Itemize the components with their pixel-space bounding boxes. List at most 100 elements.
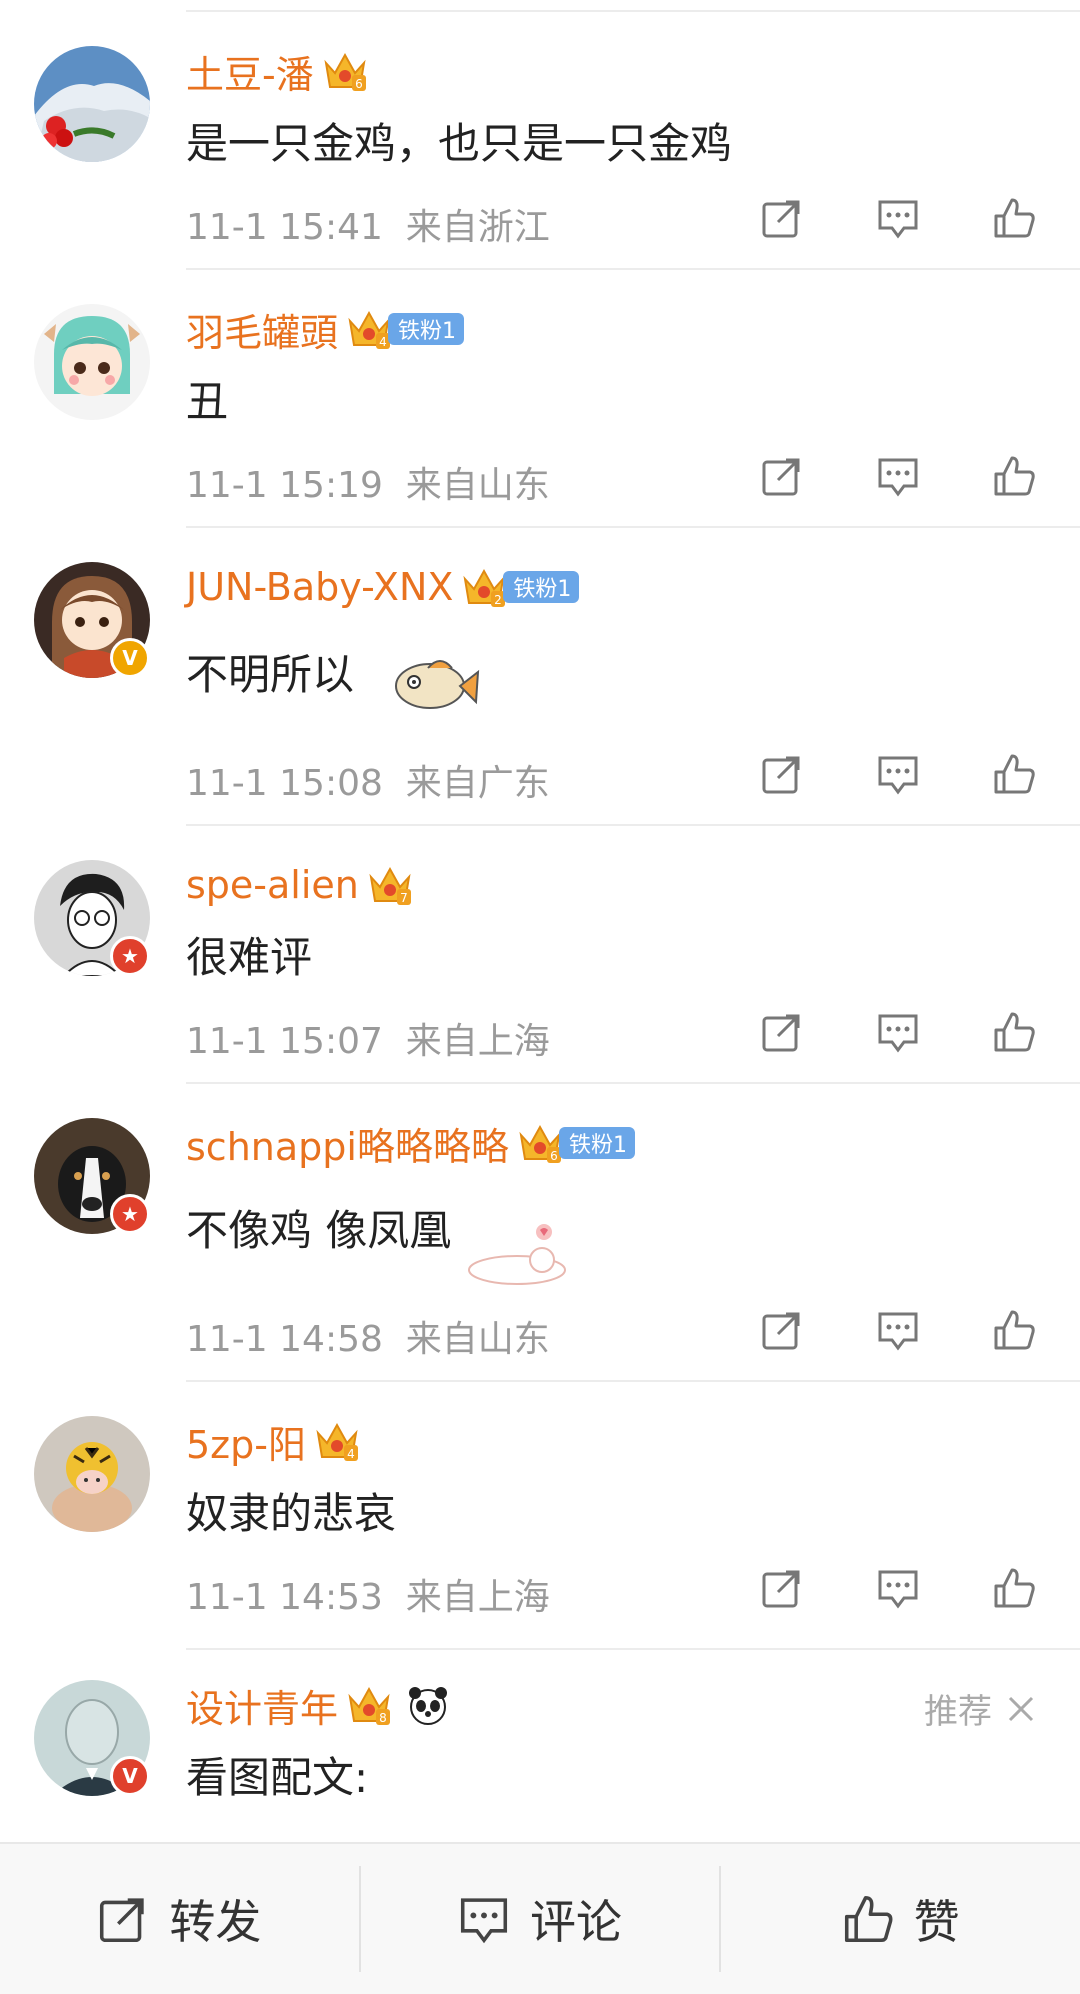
- svg-text:8: 8: [379, 1711, 387, 1725]
- verified-badge: V: [110, 638, 150, 678]
- like-label: 赞: [913, 1895, 960, 1949]
- comment-text: 看图配文:: [186, 1753, 369, 1802]
- svg-text:4: 4: [379, 335, 387, 349]
- comment-meta: 11-1 15:41 来自浙江: [186, 198, 550, 250]
- svg-text:7: 7: [400, 891, 408, 905]
- like-icon[interactable]: [992, 752, 1036, 796]
- crown-level-icon: 2: [463, 568, 506, 607]
- comment-icon[interactable]: [876, 454, 920, 498]
- crown-level-icon: 7: [369, 866, 411, 905]
- recommend-dismiss[interactable]: 推荐: [924, 1684, 1036, 1733]
- comment-text: 是一只金鸡，也只是一只金鸡: [186, 119, 733, 168]
- comment-item: V 设计青年 8 推荐 看图配文:: [0, 1640, 1080, 1840]
- girl-cartoon-avatar-icon: [34, 304, 150, 420]
- crown-level-icon: 8: [348, 1686, 391, 1725]
- like-icon[interactable]: [992, 454, 1036, 498]
- repost-icon[interactable]: [760, 1566, 804, 1610]
- mountain-snow-avatar-icon: [34, 46, 150, 162]
- verified-badge: ★: [110, 1194, 150, 1234]
- repost-icon[interactable]: [760, 196, 804, 240]
- comment-time: 11-1 15:08: [186, 763, 383, 804]
- user-name[interactable]: 5zp-阳: [186, 1414, 306, 1469]
- comment-meta: 11-1 15:07 来自上海: [186, 1012, 550, 1064]
- like-icon[interactable]: [992, 1010, 1036, 1054]
- comment-location: 来自上海: [405, 1577, 550, 1618]
- repost-button[interactable]: 转发: [0, 1844, 359, 1994]
- fan-badge: 铁粉1: [503, 571, 580, 603]
- comment-item: ★ schnappi略略略略 6 铁粉1 不像鸡 像凤凰 11-1 14:58 …: [0, 1072, 1080, 1382]
- comment-item: 5zp-阳 4 奴隶的悲哀 11-1 14:53 来自上海: [0, 1370, 1080, 1650]
- comment-icon[interactable]: [876, 1566, 920, 1610]
- user-name[interactable]: 设计青年: [186, 1678, 338, 1733]
- comment-item: 羽毛罐頭 4 铁粉1 丑 11-1 15:19 来自山东: [0, 258, 1080, 528]
- comment-button[interactable]: 评论: [361, 1844, 720, 1994]
- comment-text: 奴隶的悲哀: [186, 1489, 397, 1538]
- repost-icon[interactable]: [760, 1308, 804, 1352]
- comment-location: 来自山东: [405, 465, 550, 506]
- user-name[interactable]: JUN-Baby-XNX: [186, 565, 453, 609]
- user-name[interactable]: schnappi略略略略: [186, 1116, 509, 1171]
- repost-icon[interactable]: [760, 1010, 804, 1054]
- crown-level-icon: 4: [348, 310, 391, 349]
- like-icon: [844, 1895, 893, 1943]
- user-name[interactable]: 羽毛罐頭: [186, 302, 338, 357]
- avatar[interactable]: ★: [34, 1118, 150, 1234]
- comment-meta: 11-1 15:08 来自广东: [186, 754, 550, 806]
- repost-icon: [100, 1898, 145, 1943]
- like-icon[interactable]: [992, 196, 1036, 240]
- comment-meta: 11-1 15:19 来自山东: [186, 456, 550, 508]
- fish-sticker-icon: [395, 660, 480, 709]
- user-name[interactable]: 土豆-潘: [186, 44, 314, 99]
- comment-time: 11-1 15:07: [186, 1021, 383, 1062]
- comment-time: 11-1 14:58: [186, 1319, 383, 1360]
- crown-level-icon: 6: [519, 1124, 561, 1163]
- comment-location: 来自山东: [405, 1319, 550, 1360]
- comment-icon[interactable]: [876, 1308, 920, 1352]
- comment-label: 评论: [530, 1895, 622, 1949]
- repost-label: 转发: [169, 1895, 262, 1949]
- comment-icon[interactable]: [876, 752, 920, 796]
- crown-level-icon: 6: [324, 52, 366, 91]
- svg-text:6: 6: [550, 1149, 558, 1163]
- avatar[interactable]: ★: [34, 860, 150, 976]
- like-icon[interactable]: [992, 1308, 1036, 1352]
- comment-text: 不明所以: [186, 650, 355, 699]
- like-button[interactable]: 赞: [721, 1844, 1080, 1994]
- comment-text: 不像鸡 像凤凰: [186, 1206, 452, 1255]
- crown-level-icon: 4: [316, 1422, 358, 1461]
- avatar[interactable]: [34, 304, 150, 420]
- like-icon[interactable]: [992, 1566, 1036, 1610]
- avatar[interactable]: [34, 46, 150, 162]
- verified-badge: ★: [110, 936, 150, 976]
- cat-sticker-icon: [468, 1224, 566, 1285]
- recommend-label: 推荐: [924, 1692, 992, 1732]
- comment-time: 11-1 14:53: [186, 1577, 383, 1618]
- comment-location: 来自浙江: [405, 207, 550, 248]
- close-icon[interactable]: [1006, 1694, 1036, 1724]
- fan-badge: 铁粉1: [388, 313, 465, 345]
- bottom-action-bar: 转发 评论 赞: [0, 1842, 1080, 1994]
- comment-icon[interactable]: [876, 1010, 920, 1054]
- repost-icon[interactable]: [760, 752, 804, 796]
- comment-time: 11-1 15:41: [186, 207, 383, 248]
- svg-text:4: 4: [347, 1447, 355, 1461]
- tiger-toy-avatar-icon: [34, 1416, 150, 1532]
- user-name[interactable]: spe-alien: [186, 863, 359, 907]
- comment-time: 11-1 15:19: [186, 465, 383, 506]
- repost-icon[interactable]: [760, 454, 804, 498]
- avatar[interactable]: V: [34, 1680, 150, 1796]
- verified-badge: V: [110, 1756, 150, 1796]
- panda-icon: [409, 1687, 448, 1725]
- comment-meta: 11-1 14:53 来自上海: [186, 1568, 550, 1620]
- fan-badge: 铁粉1: [558, 1127, 635, 1159]
- svg-text:2: 2: [495, 593, 503, 607]
- comment-item: ★ spe-alien 7 很难评 11-1 15:07 来自上海: [0, 814, 1080, 1084]
- avatar[interactable]: V: [34, 562, 150, 678]
- avatar[interactable]: [34, 1416, 150, 1532]
- comment-item: V JUN-Baby-XNX 2 铁粉1 不明所以 11-1 15:08 来自广…: [0, 516, 1080, 826]
- svg-text:6: 6: [355, 77, 363, 91]
- comment-location: 来自广东: [405, 763, 550, 804]
- comment-icon[interactable]: [876, 196, 920, 240]
- comment-location: 来自上海: [405, 1021, 550, 1062]
- comment-text: 很难评: [186, 933, 313, 982]
